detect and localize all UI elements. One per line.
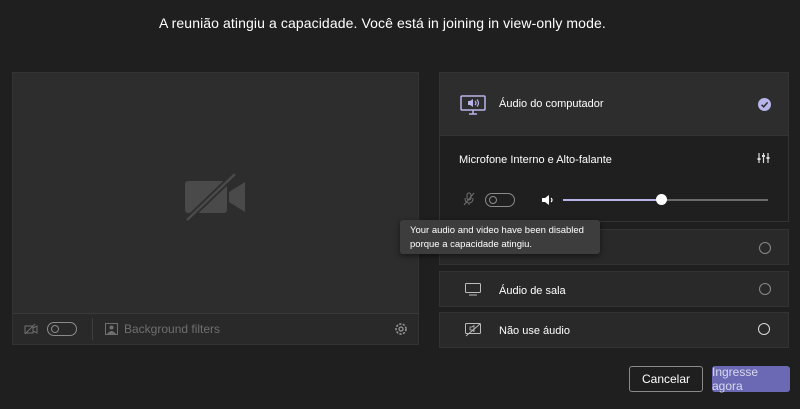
gear-icon[interactable]: [394, 322, 408, 336]
speaker-volume-icon: [542, 195, 553, 205]
phone-audio-radio[interactable]: [759, 242, 771, 254]
video-preview-area: [13, 73, 418, 313]
disabled-tooltip: Your audio and video have been disabled …: [400, 220, 600, 254]
background-filters-icon: [105, 323, 118, 335]
no-audio-option[interactable]: Não use áudio: [439, 312, 789, 348]
device-settings-icon[interactable]: [757, 152, 770, 164]
no-audio-icon: [465, 323, 481, 337]
mic-toggle-knob: [489, 196, 497, 204]
capacity-message: A reunião atingiu a capacidade. Você est…: [159, 15, 606, 31]
camera-toggle-knob: [51, 325, 59, 333]
camera-off-icon: [184, 171, 245, 223]
computer-audio-icon: [460, 95, 486, 115]
room-audio-radio[interactable]: [759, 283, 771, 295]
computer-audio-option[interactable]: Áudio do computador: [439, 72, 789, 136]
cancel-button[interactable]: Cancelar: [629, 366, 703, 392]
room-display-icon: [465, 283, 481, 296]
no-audio-radio[interactable]: [758, 323, 770, 335]
tooltip-line-2: porque a capacidade atingiu.: [410, 239, 533, 250]
volume-slider-handle[interactable]: [656, 194, 667, 205]
tooltip-line-1: Your audio and video have been disabled: [410, 225, 584, 236]
computer-audio-details: Microfone Interno e Alto-falante: [439, 136, 789, 222]
volume-slider-fill: [563, 199, 661, 201]
join-now-button[interactable]: Ingresse agora: [712, 365, 790, 393]
device-label: Microfone Interno e Alto-falante: [459, 154, 612, 166]
controls-divider: [92, 318, 93, 340]
mic-off-icon: [463, 192, 475, 206]
room-audio-label: Áudio de sala: [499, 285, 566, 297]
no-audio-label: Não use áudio: [499, 325, 570, 337]
video-preview-panel: Background filters: [12, 72, 419, 345]
camera-off-small-icon: [24, 323, 38, 335]
video-controls: Background filters: [13, 314, 418, 345]
camera-toggle[interactable]: [47, 322, 77, 336]
computer-audio-label: Áudio do computador: [499, 98, 604, 110]
room-audio-option[interactable]: Áudio de sala: [439, 271, 789, 307]
background-filters-label[interactable]: Background filters: [124, 322, 220, 336]
selected-check-icon: [758, 98, 771, 111]
mic-toggle[interactable]: [485, 193, 515, 207]
